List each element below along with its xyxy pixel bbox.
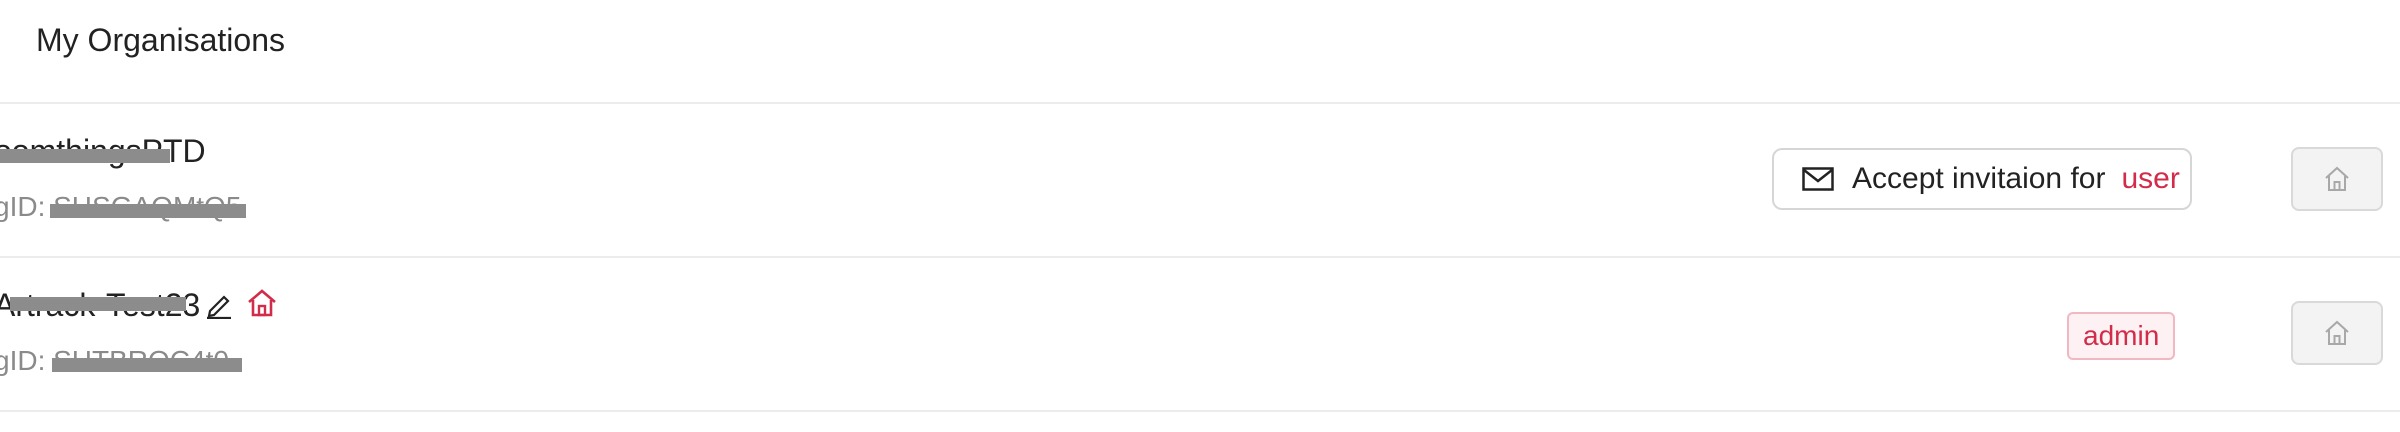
home-icon	[248, 289, 276, 317]
accept-invitation-button[interactable]: Accept invitaion for user	[1772, 148, 2192, 210]
accept-invitation-label: Accept invitaion for	[1852, 162, 2106, 195]
redaction-bar	[52, 358, 242, 372]
page-header: My Organisations	[0, 0, 2400, 104]
mail-icon	[1802, 167, 1834, 191]
home-icon	[2325, 166, 2349, 191]
page-title: My Organisations	[36, 22, 285, 58]
edit-icon[interactable]	[204, 289, 234, 319]
redaction-bar	[50, 204, 246, 218]
role-badge: admin	[2067, 312, 2176, 360]
set-home-button[interactable]	[2291, 301, 2383, 365]
redaction-bar	[0, 149, 170, 163]
home-icon	[2325, 320, 2349, 345]
org-row: oomthingsPTD gID: SHSGAQMtQ5 Accept invi…	[0, 103, 2400, 258]
redaction-bar	[10, 297, 186, 311]
invitation-role: user	[2121, 162, 2180, 195]
org-row: Artrack-Test23 gID: SHTBROC4t0 admin	[0, 257, 2400, 412]
set-home-button[interactable]	[2291, 147, 2383, 211]
